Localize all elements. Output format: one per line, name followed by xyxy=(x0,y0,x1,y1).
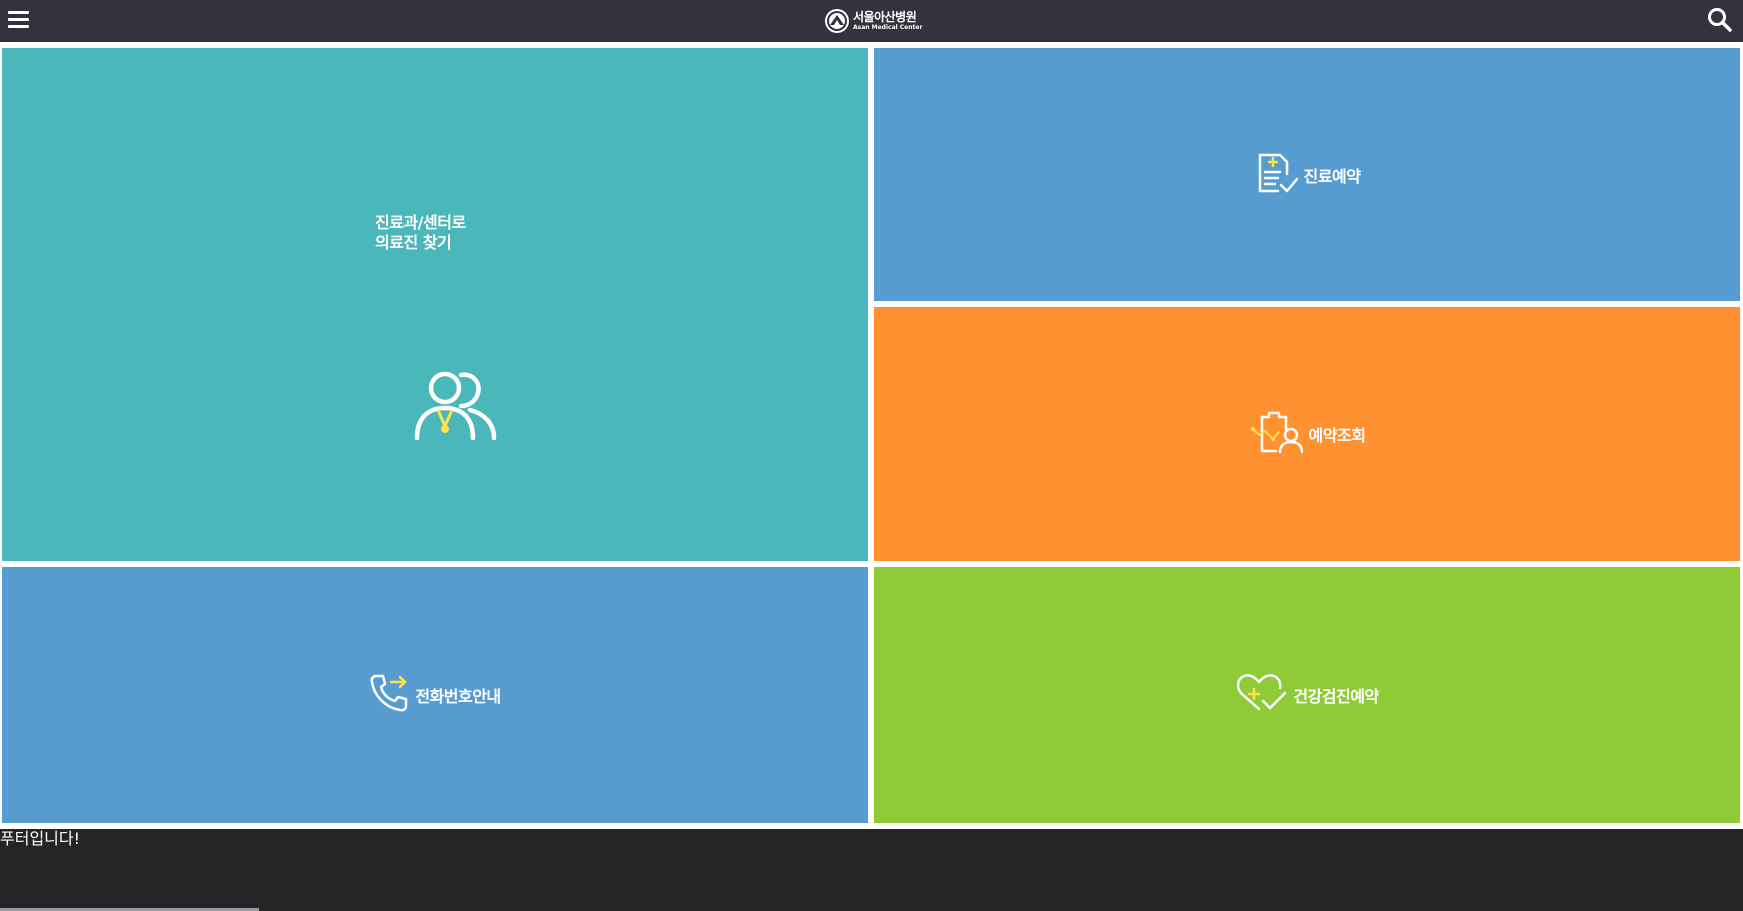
doctors-icon xyxy=(414,370,498,444)
find-doctor-title: 진료과/센터로 의료진 찾기 xyxy=(375,213,466,252)
logo-english-text: Asan Medical Center xyxy=(853,24,923,31)
footer-text: 푸터입니다! xyxy=(0,829,81,848)
phone-directory-label: 전화번호안내 xyxy=(415,687,501,706)
find-doctor-tile[interactable]: 진료과/센터로 의료진 찾기 xyxy=(2,48,868,561)
phone-forward-icon xyxy=(369,673,409,717)
heart-check-icon xyxy=(1235,673,1287,717)
top-header: 서울아산병원 Asan Medical Center xyxy=(0,0,1743,42)
clipboard-person-icon xyxy=(1249,411,1303,457)
hamburger-menu-icon[interactable] xyxy=(8,9,30,31)
footer: 푸터입니다! xyxy=(0,829,1743,911)
reservation-label: 진료예약 xyxy=(1303,166,1361,186)
logo-korean-text: 서울아산병원 xyxy=(853,10,917,24)
clipboard-check-icon xyxy=(1254,152,1298,198)
health-screening-label: 건강검진예약 xyxy=(1293,687,1379,706)
health-screening-tile[interactable]: 건강검진예약 xyxy=(874,567,1740,823)
reservation-check-label: 예약조회 xyxy=(1308,426,1366,445)
logo-emblem-icon xyxy=(825,9,849,33)
search-icon[interactable] xyxy=(1707,7,1733,33)
phone-directory-tile[interactable]: 전화번호안내 xyxy=(2,567,868,823)
hospital-logo[interactable]: 서울아산병원 Asan Medical Center xyxy=(825,6,922,36)
reservation-tile[interactable]: 진료예약 xyxy=(874,48,1740,301)
reservation-check-tile[interactable]: 예약조회 xyxy=(874,307,1740,561)
